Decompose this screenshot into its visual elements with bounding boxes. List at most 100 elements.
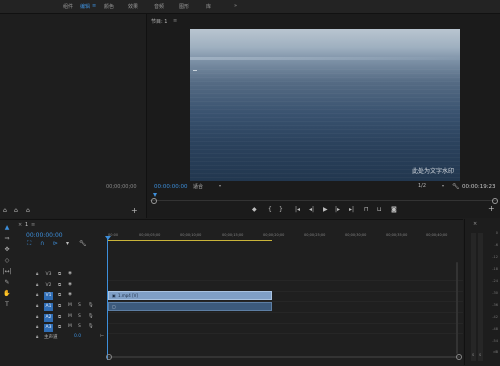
selection-tool-icon[interactable]: ▲ [0,222,14,233]
wrench-icon[interactable]: 🔧︎ [452,183,460,190]
nest-icon[interactable]: ⛶ [27,240,31,248]
solo-icon[interactable]: S [78,303,81,308]
video-clip[interactable]: ▣ 1.mp4 [V] [108,291,272,300]
track-label[interactable]: V2 [44,282,53,290]
track-label[interactable]: A1 [44,303,53,311]
add-marker-icon[interactable]: ◆ [252,206,257,213]
source-insert-icon[interactable]: ⌂ [26,207,30,214]
master-end-icon[interactable]: ⊢ [100,334,104,339]
type-tool-icon[interactable]: T [0,299,14,310]
lock-icon[interactable]: 🔒︎ [36,303,38,309]
workspace-tab-color[interactable]: 颜色 [104,3,114,10]
fit-dropdown[interactable]: 适合 ▾ [193,183,223,190]
timeline-settings-icon[interactable]: 🔧︎ [79,240,87,247]
audio-clip[interactable]: ▢ [108,302,272,311]
track-label[interactable]: A3 [44,324,53,332]
playhead-icon[interactable] [105,236,111,240]
program-scrubber[interactable] [150,193,497,201]
solo-right-button[interactable]: S [479,353,481,357]
zoom-handle-left[interactable] [151,198,157,204]
lane-a3[interactable] [108,323,463,334]
eye-icon[interactable]: ◉ [68,271,72,276]
track-label[interactable]: V1 [44,292,53,300]
meter-scale: -24 [492,279,498,283]
workspace-tab-audio[interactable]: 音频 [154,3,164,10]
lock-icon[interactable]: 🔒︎ [36,324,38,330]
master-value[interactable]: 0.0 [74,334,81,339]
lift-icon[interactable]: ⊓ [364,206,369,213]
workspace-tab-libraries[interactable]: 库 [206,3,211,10]
pen-tool-icon[interactable]: ✎ [0,277,14,288]
program-tab[interactable]: 节目: 1 [151,18,167,25]
sync-lock-icon[interactable]: ⧉ [58,303,61,309]
workspace-tab-assembly[interactable]: 组件 [63,3,73,10]
solo-icon[interactable]: S [78,314,81,319]
lane-v3[interactable] [108,270,463,281]
mark-out-icon[interactable]: } [279,206,283,213]
snap-icon[interactable]: ∩ [40,240,44,247]
track-select-tool-icon[interactable]: ⇒ [0,233,14,244]
scroll-handle-left[interactable] [106,354,112,360]
sync-lock-icon[interactable]: ⧉ [58,292,61,298]
lock-icon[interactable]: 🔒︎ [36,334,38,340]
playhead-icon[interactable] [153,193,157,197]
source-mark-in-icon[interactable]: ⌂ [3,207,7,214]
step-forward-icon[interactable]: |▸ [335,206,340,213]
lock-icon[interactable]: 🔒︎ [36,282,38,288]
play-icon[interactable]: ▶ [323,206,328,213]
mute-icon[interactable]: M [68,324,72,329]
workspace-more-icon[interactable]: » [234,3,237,9]
resolution-label: 1/2 [418,183,427,189]
linked-selection-icon[interactable]: ⊳ [53,240,58,247]
export-frame-icon[interactable]: ◙ [391,206,397,213]
scroll-handle-right[interactable] [456,354,462,360]
workspace-menu-icon[interactable]: ≡ [92,3,96,9]
hand-tool-icon[interactable]: ✋ [0,288,14,299]
timeline-tab[interactable]: 1 [25,222,28,228]
program-tab-menu-icon[interactable]: ≡ [173,18,177,24]
lock-icon[interactable]: 🔒︎ [36,314,38,320]
mute-icon[interactable]: M [68,303,72,308]
step-back-icon[interactable]: ◂| [309,206,314,213]
sync-lock-icon[interactable]: ⧉ [58,314,61,320]
timeline-close-icon[interactable]: × [18,222,22,228]
voiceover-icon[interactable]: 🎙︎ [88,314,94,319]
go-to-out-icon[interactable]: ▸| [349,206,354,213]
sync-lock-icon[interactable]: ⧉ [58,271,61,277]
program-add-button-icon[interactable]: + [488,204,495,213]
sync-lock-icon[interactable]: ⧉ [58,324,61,330]
sync-lock-icon[interactable]: ⧉ [58,282,61,288]
program-current-timecode[interactable]: 00:00:00:00 [154,184,188,190]
source-add-button-icon[interactable]: + [131,206,138,215]
lock-icon[interactable]: 🔒︎ [36,271,38,277]
solo-left-button[interactable]: S [472,353,474,357]
solo-icon[interactable]: S [78,324,81,329]
source-mark-out-icon[interactable]: ⌂ [14,207,18,214]
razor-tool-icon[interactable]: ◇ [0,255,14,266]
add-marker-icon[interactable]: ▾ [66,240,69,247]
meter-close-icon[interactable]: × [473,221,477,227]
resolution-dropdown[interactable]: 1/2 ▾ [418,183,446,190]
ripple-edit-tool-icon[interactable]: ✥ [0,244,14,255]
timeline-timecode[interactable]: 00:00:00:00 [26,232,63,239]
voiceover-icon[interactable]: 🎙︎ [88,324,94,329]
timeline-vertical-scrollbar[interactable] [455,262,459,354]
slip-tool-icon[interactable]: |↔| [0,266,14,277]
eye-icon[interactable]: ◉ [68,292,72,297]
timeline-horizontal-scrollbar[interactable] [106,354,462,360]
timeline-ruler[interactable]: 00:00 00;00;05;00 00;00;10;00 00;00;15;0… [108,232,463,244]
mark-in-icon[interactable]: { [268,206,272,213]
voiceover-icon[interactable]: 🎙︎ [88,303,94,308]
extract-icon[interactable]: ⊔ [377,206,382,213]
work-area-bar[interactable] [108,240,272,241]
workspace-tab-graphics[interactable]: 图形 [179,3,189,10]
go-to-in-icon[interactable]: |◂ [295,206,300,213]
eye-icon[interactable]: ◉ [68,282,72,287]
workspace-tab-effects[interactable]: 效果 [128,3,138,10]
lock-icon[interactable]: 🔒︎ [36,292,38,298]
mute-icon[interactable]: M [68,314,72,319]
timeline-tab-menu-icon[interactable]: ≡ [31,222,35,228]
track-label[interactable]: A2 [44,314,53,322]
workspace-tab-editing[interactable]: 编辑 [80,3,90,10]
track-label[interactable]: V3 [44,271,53,279]
